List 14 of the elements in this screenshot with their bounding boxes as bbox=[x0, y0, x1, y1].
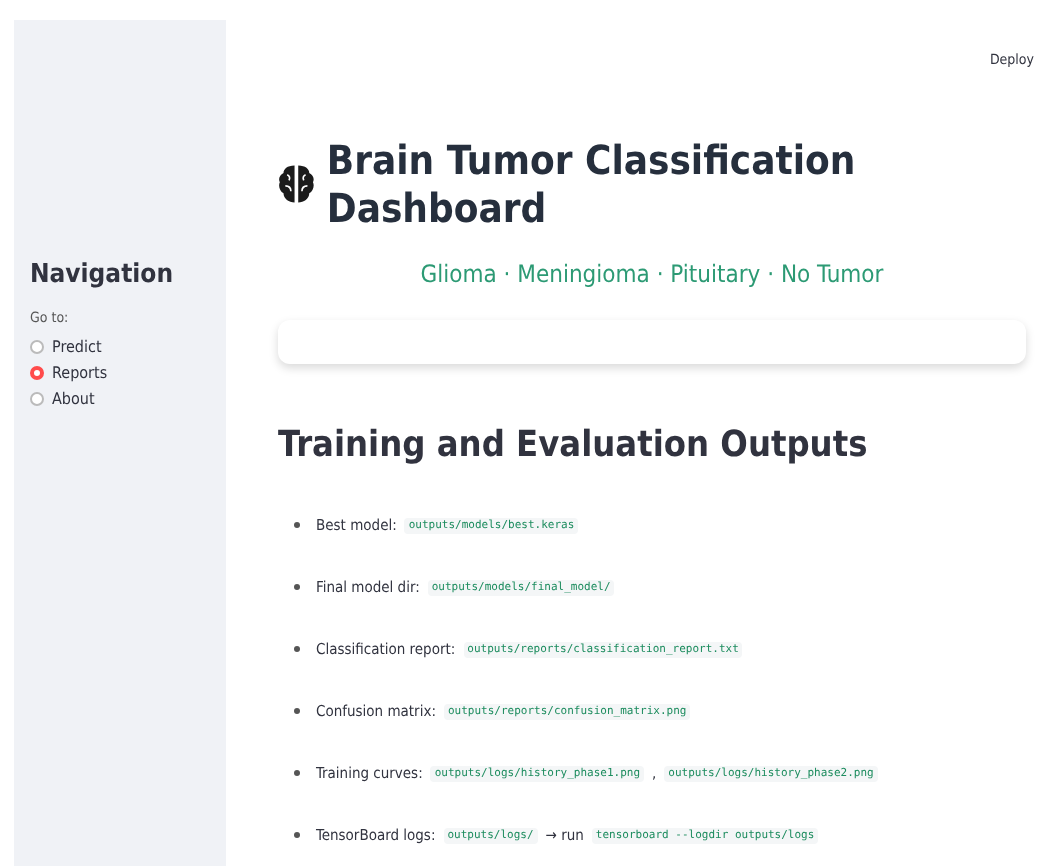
bullet-icon bbox=[294, 584, 300, 590]
sidebar-title: Navigation bbox=[30, 260, 174, 290]
bullet-icon bbox=[294, 522, 300, 528]
bullet-icon bbox=[294, 646, 300, 652]
radio-option[interactable]: Predict bbox=[30, 338, 102, 356]
radio-option[interactable]: Reports bbox=[30, 364, 108, 382]
page-title: Brain Tumor Classification Dashboard bbox=[326, 136, 858, 232]
bullet-icon bbox=[294, 708, 300, 714]
bullet-icon bbox=[294, 832, 300, 838]
subtitle: Glioma · Meningioma · Pituitary · No Tumor bbox=[418, 260, 886, 288]
brain-icon bbox=[278, 162, 315, 206]
radio-option[interactable]: About bbox=[30, 390, 95, 408]
bullet-icon bbox=[294, 770, 300, 776]
section-heading: Training and Evaluation Outputs bbox=[278, 424, 870, 466]
